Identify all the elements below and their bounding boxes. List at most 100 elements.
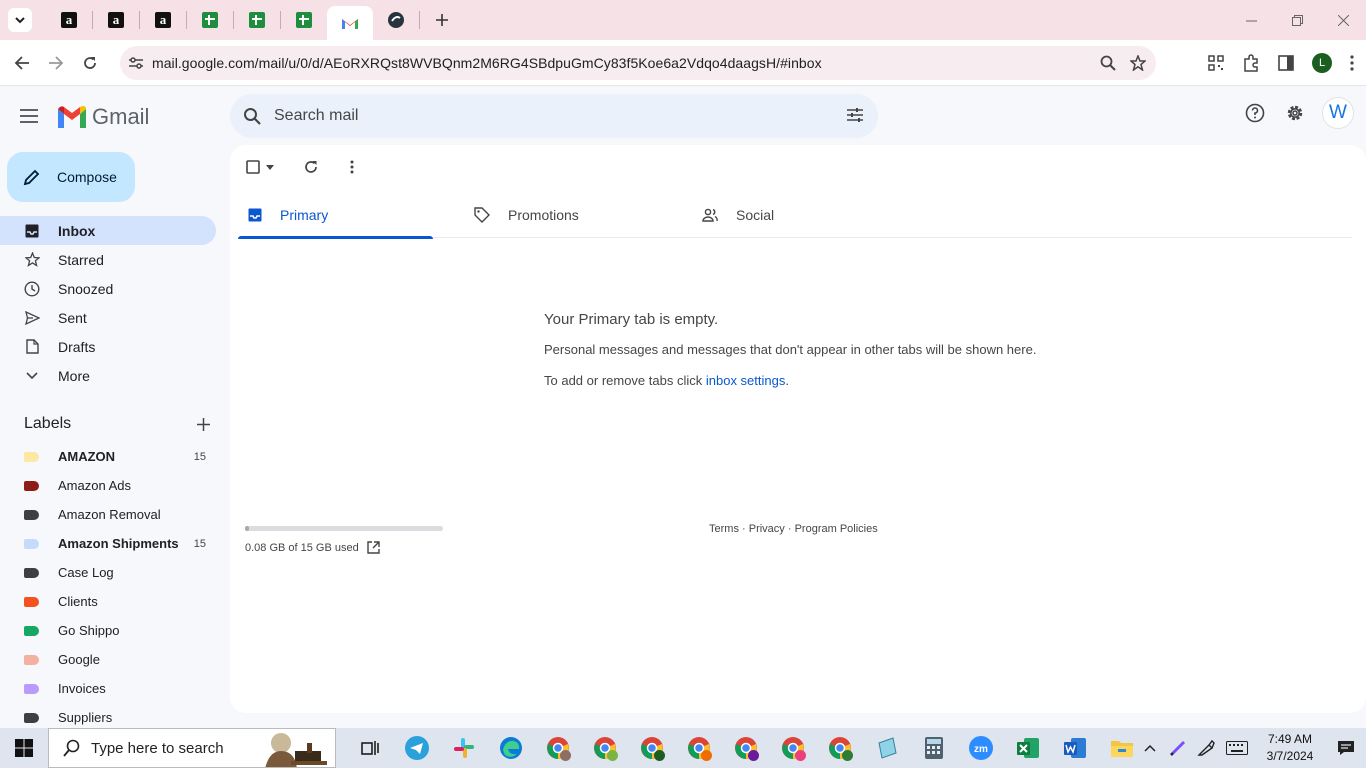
chrome-profile-app[interactable]	[722, 728, 769, 768]
chrome-profile-app[interactable]	[769, 728, 816, 768]
inbox-tab-icon	[248, 208, 262, 221]
terms-link[interactable]: Terms	[709, 523, 739, 535]
browser-tab[interactable]	[187, 4, 233, 36]
taskbar-search-box[interactable]: Type here to search	[48, 728, 336, 768]
start-button[interactable]	[0, 728, 48, 768]
browser-tab[interactable]: a	[46, 4, 92, 36]
url-text[interactable]: mail.google.com/mail/u/0/d/AEoRXRQst8WVB…	[152, 55, 822, 71]
chrome-profile-app[interactable]	[581, 728, 628, 768]
search-bar[interactable]	[230, 94, 878, 138]
pen-workspace-button[interactable]	[1192, 728, 1220, 768]
slack-app[interactable]	[440, 728, 487, 768]
forward-button[interactable]	[39, 46, 73, 80]
bookmark-star-icon[interactable]	[1130, 55, 1146, 71]
nav-item-drafts[interactable]: Drafts	[0, 332, 216, 361]
program-policies-link[interactable]: Program Policies	[795, 523, 878, 535]
show-hidden-icons-button[interactable]	[1136, 728, 1164, 768]
label-item[interactable]: Google	[0, 645, 216, 674]
pen-tray-button[interactable]	[1164, 728, 1192, 768]
label-item[interactable]: Amazon Shipments 15	[0, 529, 216, 558]
edge-app[interactable]	[487, 728, 534, 768]
qr-code-icon[interactable]	[1208, 55, 1224, 71]
back-button[interactable]	[5, 46, 39, 80]
label-item[interactable]: AMAZON 15	[0, 442, 216, 471]
nav-item-sent[interactable]: Sent	[0, 303, 216, 332]
extensions-icon[interactable]	[1242, 54, 1260, 72]
new-tab-button[interactable]	[428, 6, 456, 34]
account-avatar[interactable]: W	[1322, 97, 1354, 129]
settings-button[interactable]	[1282, 100, 1308, 126]
taskbar-clock[interactable]: 7:49 AM 3/7/2024	[1254, 731, 1326, 765]
select-all-checkbox[interactable]	[246, 160, 274, 174]
browser-tab-active[interactable]	[327, 6, 373, 40]
restore-button[interactable]	[1274, 0, 1320, 40]
more-vert-icon[interactable]	[1350, 55, 1354, 71]
search-button[interactable]	[230, 107, 274, 125]
chrome-profile-app[interactable]	[816, 728, 863, 768]
zoom-icon[interactable]	[1100, 55, 1116, 71]
inbox-settings-link[interactable]: inbox settings	[706, 373, 786, 388]
task-view-button[interactable]	[346, 728, 393, 768]
tab-primary[interactable]: Primary	[238, 191, 449, 239]
chrome-profile-app[interactable]	[628, 728, 675, 768]
chrome-profile-app[interactable]	[534, 728, 581, 768]
label-item[interactable]: Amazon Ads	[0, 471, 216, 500]
profile-badge-icon	[842, 750, 853, 761]
tab-social[interactable]: Social	[677, 191, 904, 238]
browser-tab[interactable]	[234, 4, 280, 36]
tab-promotions[interactable]: Promotions	[449, 191, 677, 238]
create-label-icon[interactable]	[197, 417, 210, 431]
label-item[interactable]: Invoices	[0, 674, 216, 703]
label-item[interactable]: Case Log	[0, 558, 216, 587]
nav-item-starred[interactable]: Starred	[0, 245, 216, 274]
search-input[interactable]	[274, 107, 814, 125]
word-app[interactable]	[1051, 728, 1098, 768]
close-window-button[interactable]	[1320, 0, 1366, 40]
browser-tab[interactable]: a	[140, 4, 186, 36]
browser-profile-avatar[interactable]: L	[1312, 53, 1332, 73]
message-list-panel: Primary Promotions Social Your Primary t…	[230, 145, 1366, 713]
settings-prefix: To add or remove tabs click	[544, 373, 706, 388]
gmail-logo[interactable]: Gmail	[58, 104, 149, 130]
main-menu-button[interactable]	[20, 104, 44, 128]
privacy-link[interactable]: Privacy	[749, 523, 785, 535]
compose-button[interactable]: Compose	[7, 152, 135, 202]
tab-search-button[interactable]	[8, 8, 32, 32]
folder-nav: Inbox Starred Snoozed Sent Drafts More	[0, 216, 216, 390]
refresh-icon[interactable]	[304, 160, 318, 174]
label-item[interactable]: Clients	[0, 587, 216, 616]
side-panel-icon[interactable]	[1278, 55, 1294, 71]
open-in-new-icon[interactable]	[367, 541, 380, 554]
nav-item-inbox[interactable]: Inbox	[0, 216, 216, 245]
nav-item-more[interactable]: More	[0, 361, 216, 390]
calculator-app[interactable]	[910, 728, 957, 768]
minimize-button[interactable]	[1228, 0, 1274, 40]
taskbar-app-icons: zm	[346, 728, 1145, 768]
label-item[interactable]: Go Shippo	[0, 616, 216, 645]
restore-icon	[1291, 14, 1303, 26]
browser-tab[interactable]	[281, 4, 327, 36]
label-item[interactable]: Amazon Removal	[0, 500, 216, 529]
zoom-app[interactable]: zm	[957, 728, 1004, 768]
support-button[interactable]	[1242, 100, 1268, 126]
touch-keyboard-button[interactable]	[1220, 728, 1254, 768]
chrome-profile-app[interactable]	[675, 728, 722, 768]
more-vert-icon[interactable]	[350, 160, 354, 174]
browser-tab[interactable]	[373, 4, 419, 36]
excel-app[interactable]	[1004, 728, 1051, 768]
label-tag-icon	[24, 712, 39, 723]
profile-badge-icon	[795, 750, 806, 761]
telegram-app[interactable]	[393, 728, 440, 768]
notification-center-button[interactable]	[1326, 728, 1366, 768]
search-options-icon[interactable]	[846, 106, 864, 124]
label-name: Go Shippo	[58, 623, 120, 638]
telegram-icon	[404, 736, 429, 760]
reload-button[interactable]	[73, 46, 107, 80]
nav-item-snoozed[interactable]: Snoozed	[0, 274, 216, 303]
address-bar[interactable]: mail.google.com/mail/u/0/d/AEoRXRQst8WVB…	[120, 46, 1156, 80]
profile-badge-icon	[701, 750, 712, 761]
notepad-app[interactable]	[863, 728, 910, 768]
browser-toolbar: mail.google.com/mail/u/0/d/AEoRXRQst8WVB…	[0, 40, 1366, 86]
browser-tab[interactable]: a	[93, 4, 139, 36]
site-info-icon[interactable]	[120, 56, 152, 70]
